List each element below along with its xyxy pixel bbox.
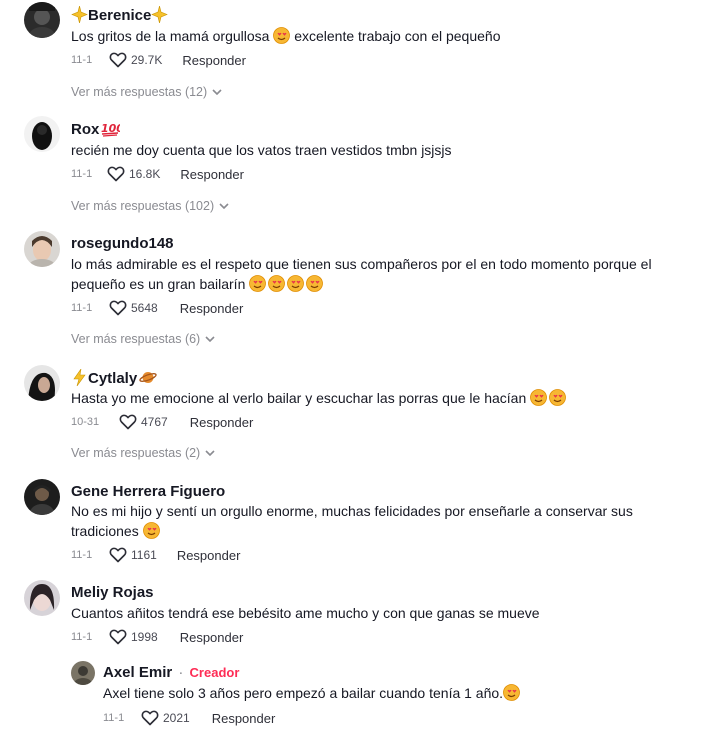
smiling-hearts-emoji [268, 275, 286, 292]
comment-author[interactable]: rosegundo148 [71, 235, 174, 252]
like-count: 29.7K [131, 53, 163, 67]
view-more-label: Ver más respuestas (6) [71, 332, 201, 346]
reply-button[interactable]: Responder [190, 415, 254, 430]
like-count: 4767 [141, 415, 168, 429]
view-more-replies[interactable]: Ver más respuestas (12) [71, 85, 222, 99]
heart-outline-icon [109, 300, 127, 316]
like-count: 16.8K [129, 167, 161, 181]
chevron-down-icon [219, 203, 229, 209]
comment-date: 11-1 [71, 549, 93, 561]
heart-outline-icon [119, 414, 137, 430]
comment-text: No es mi hijo y sentí un orgullo enorme,… [71, 501, 633, 541]
comment-meta: 11-1 1161 Responder [71, 547, 240, 563]
comment-meta: 10-31 4767 Responder [71, 414, 253, 430]
like-button[interactable]: 29.7K [109, 52, 162, 68]
like-button[interactable]: 2021 [141, 710, 190, 726]
avatar[interactable] [24, 479, 60, 515]
like-count: 1998 [131, 630, 158, 644]
comment-text-line: tradiciones [71, 521, 633, 541]
avatar[interactable] [24, 116, 60, 152]
reply-button[interactable]: Responder [212, 711, 276, 726]
comment-date: 11-1 [103, 712, 125, 724]
comment-author[interactable]: Rox100 [71, 120, 120, 138]
view-more-replies[interactable]: Ver más respuestas (2) [71, 446, 215, 460]
reply-button[interactable]: Responder [180, 167, 244, 182]
lightning-emoji [71, 369, 88, 386]
avatar[interactable] [24, 2, 60, 38]
comment-text-line: pequeño es un gran bailarín [71, 274, 652, 294]
comment-meta: 11-1 16.8K Responder [71, 166, 244, 182]
creator-badge: Creador [189, 665, 240, 680]
comment-text-line: No es mi hijo y sentí un orgullo enorme,… [71, 503, 633, 519]
comment-author[interactable]: Berenice [71, 6, 169, 24]
heart-outline-icon [109, 547, 127, 563]
comment-date: 11-1 [71, 302, 93, 314]
comment-author[interactable]: Gene Herrera Figuero [71, 483, 225, 500]
like-button[interactable]: 4767 [119, 414, 168, 430]
heart-outline-icon [109, 52, 127, 68]
chevron-down-icon [212, 89, 222, 95]
comment-text: lo más admirable es el respeto que tiene… [71, 254, 652, 294]
comment-date: 11-1 [71, 168, 93, 180]
like-count: 2021 [163, 711, 190, 725]
like-count: 1161 [131, 548, 157, 562]
like-button[interactable]: 5648 [109, 300, 158, 316]
ringed-planet-emoji [139, 369, 157, 386]
comment-author[interactable]: Meliy Rojas [71, 584, 154, 601]
reply-button[interactable]: Responder [177, 548, 241, 563]
view-more-replies[interactable]: Ver más respuestas (102) [71, 199, 229, 213]
comment-text: Axel tiene solo 3 años pero empezó a bai… [103, 683, 520, 703]
avatar[interactable] [24, 365, 60, 401]
comment-date: 11-1 [71, 631, 93, 643]
smiling-hearts-emoji [287, 275, 305, 292]
comment-meta: 11-1 29.7K Responder [71, 52, 246, 68]
comment-text: recién me doy cuenta que los vatos traen… [71, 142, 452, 158]
hundred-points-emoji: 100 [101, 120, 120, 137]
reply-button[interactable]: Responder [180, 301, 244, 316]
heart-outline-icon [141, 710, 159, 726]
smiling-hearts-emoji [503, 684, 520, 701]
comment-meta: 11-1 1998 Responder [71, 629, 243, 645]
comment-author[interactable]: Axel Emir · Creador [103, 664, 239, 681]
smiling-hearts-emoji [530, 389, 548, 406]
view-more-label: Ver más respuestas (102) [71, 199, 215, 213]
comment-text: Cuantos añitos tendrá ese bebésito ame m… [71, 605, 540, 621]
comment-author[interactable]: Cytlaly [71, 369, 157, 387]
like-button[interactable]: 16.8K [107, 166, 160, 182]
comment-meta: 11-1 2021 Responder [103, 710, 275, 726]
like-button[interactable]: 1998 [109, 629, 158, 645]
view-more-label: Ver más respuestas (2) [71, 446, 201, 460]
comment-date: 10-31 [71, 416, 100, 428]
heart-outline-icon [107, 166, 125, 182]
comment-text-line: lo más admirable es el respeto que tiene… [71, 256, 652, 272]
like-button[interactable]: 1161 [109, 547, 157, 563]
smiling-hearts-emoji [142, 522, 160, 539]
comment-text: Hasta yo me emocione al verlo bailar y e… [71, 388, 567, 408]
comment-meta: 11-1 5648 Responder [71, 300, 243, 316]
reply-button[interactable]: Responder [180, 630, 244, 645]
smiling-hearts-emoji [549, 389, 567, 406]
view-more-replies[interactable]: Ver más respuestas (6) [71, 332, 215, 346]
avatar[interactable] [71, 661, 95, 685]
like-count: 5648 [131, 301, 158, 315]
sparkle-emoji [151, 6, 169, 23]
smiling-hearts-emoji [273, 27, 291, 44]
view-more-label: Ver más respuestas (12) [71, 85, 208, 99]
comment-date: 11-1 [71, 54, 93, 66]
reply-button[interactable]: Responder [182, 53, 246, 68]
avatar[interactable] [24, 231, 60, 267]
chevron-down-icon [205, 450, 215, 456]
avatar[interactable] [24, 580, 60, 616]
smiling-hearts-emoji [306, 275, 324, 292]
comment-text: Los gritos de la mamá orgullosa excelent… [71, 27, 501, 44]
sparkle-emoji [71, 6, 88, 23]
heart-outline-icon [109, 629, 127, 645]
separator-dot: · [178, 664, 184, 681]
smiling-hearts-emoji [249, 275, 267, 292]
chevron-down-icon [205, 336, 215, 342]
